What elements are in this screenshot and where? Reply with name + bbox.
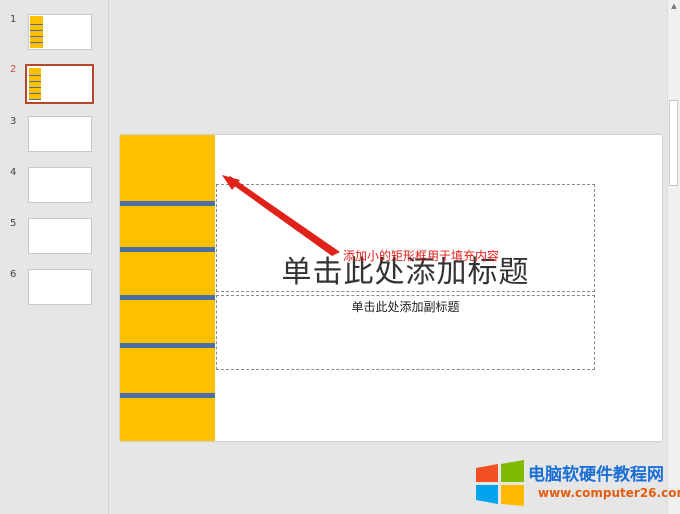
yellow-rectangle-bar[interactable] (120, 135, 215, 441)
slide-thumbnail-3[interactable] (28, 116, 92, 152)
current-slide: 单击此处添加标题 单击此处添加副标题 (120, 135, 662, 441)
thumbnail-row-2[interactable]: 2 (0, 64, 108, 104)
slide-number: 3 (10, 116, 17, 127)
slide-number: 4 (10, 167, 17, 178)
blue-stripe[interactable] (120, 247, 215, 252)
blue-stripe[interactable] (120, 201, 215, 206)
slide-thumbnail-6[interactable] (28, 269, 92, 305)
title-placeholder[interactable]: 单击此处添加标题 (216, 184, 595, 292)
watermark-url: www.computer26.com (538, 486, 680, 500)
vertical-scrollbar[interactable]: ▲ (667, 0, 680, 514)
subtitle-placeholder[interactable]: 单击此处添加副标题 (216, 295, 595, 370)
scrollbar-thumb[interactable] (669, 100, 678, 186)
slide-thumbnail-4[interactable] (28, 167, 92, 203)
thumbnail-row-4[interactable]: 4 (0, 167, 108, 207)
thumbnail-row-3[interactable]: 3 (0, 116, 108, 156)
annotation-text: 添加小的矩形框用于填充内容 (343, 249, 500, 263)
slide-thumbnail-pane: 1 2 3 4 5 6 (0, 0, 109, 514)
blue-stripe[interactable] (120, 295, 215, 300)
slide-thumbnail-5[interactable] (28, 218, 92, 254)
slide-number: 2 (10, 64, 17, 75)
thumbnail-bar (30, 16, 43, 48)
windows-logo-icon (476, 460, 524, 506)
slide-thumbnail-1[interactable] (28, 14, 92, 50)
thumbnail-row-6[interactable]: 6 (0, 269, 108, 309)
thumbnail-bar (29, 68, 41, 100)
blue-stripe[interactable] (120, 393, 215, 398)
thumbnail-row-5[interactable]: 5 (0, 218, 108, 258)
watermark: 电脑软硬件教程网 www.computer26.com (474, 458, 680, 508)
slide-thumbnail-2[interactable] (25, 64, 94, 104)
slide-number: 1 (10, 14, 17, 25)
blue-stripe[interactable] (120, 343, 215, 348)
scroll-up-icon[interactable]: ▲ (670, 2, 678, 10)
slide-number: 5 (10, 218, 17, 229)
subtitle-placeholder-text: 单击此处添加副标题 (351, 300, 460, 314)
thumbnail-row-1[interactable]: 1 (0, 14, 108, 54)
slide-number: 6 (10, 269, 17, 280)
watermark-site-name: 电脑软硬件教程网 (528, 465, 664, 485)
